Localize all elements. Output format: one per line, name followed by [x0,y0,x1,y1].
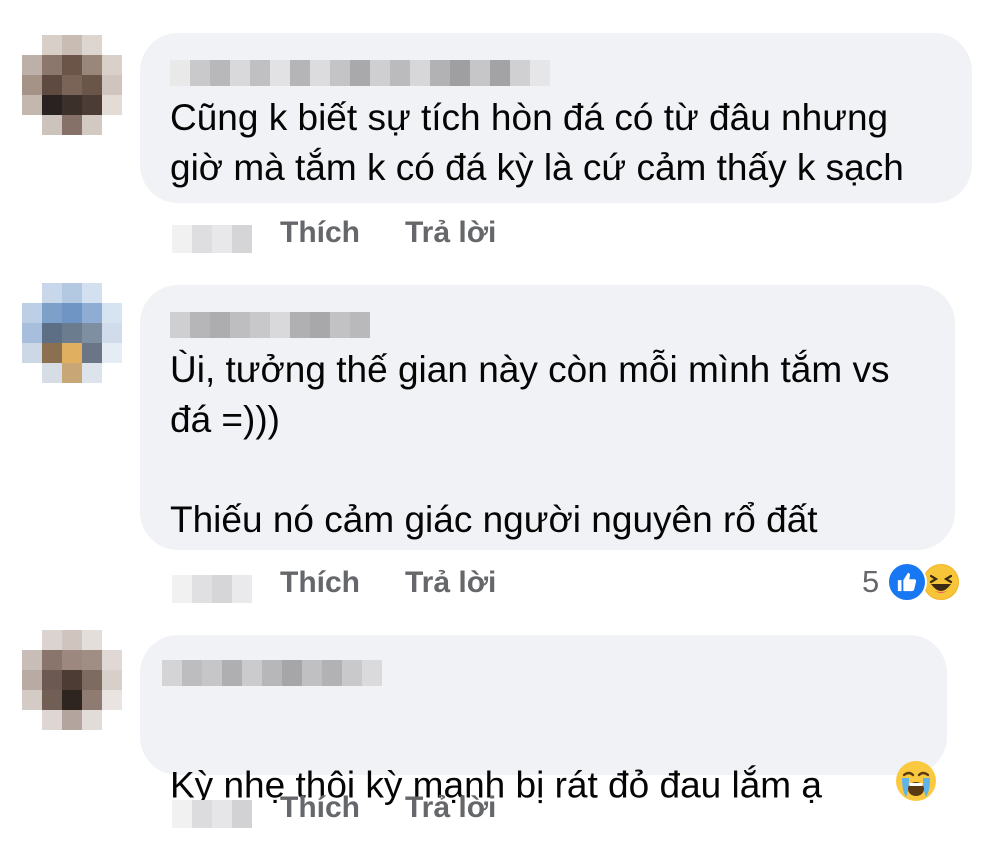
avatar[interactable] [22,35,122,135]
comment-text: Cũng k biết sự tích hòn đá có từ đâu như… [170,97,904,188]
comment-actions: Thích Trả lời [0,215,1000,255]
timestamp-blurred[interactable] [172,575,252,603]
reply-action[interactable]: Trả lời [405,565,496,601]
reply-action[interactable]: Trả lời [405,790,496,826]
timestamp-blurred[interactable] [172,225,252,253]
avatar[interactable] [22,283,122,383]
reaction-summary[interactable]: 5 [862,562,962,602]
comment-text: Ùi, tưởng thế gian này còn mỗi mình tắm … [170,349,890,540]
author-name-blurred[interactable] [170,312,370,338]
like-action[interactable]: Thích [280,790,360,826]
like-action[interactable]: Thích [280,215,360,251]
crying-face-emoji [832,709,938,866]
author-name-blurred[interactable] [170,60,550,86]
author-name-blurred[interactable] [162,660,382,686]
comment-actions: Thích Trả lời [0,790,1000,830]
reaction-count: 5 [862,564,880,599]
comment-actions: Thích Trả lời 5 [0,562,1000,605]
timestamp-blurred[interactable] [172,800,252,828]
avatar[interactable] [22,630,122,730]
like-icon [887,562,928,602]
haha-icon [921,562,962,602]
like-action[interactable]: Thích [280,565,360,601]
comment-text: Kỳ nhẹ thôi kỳ mạnh bị rát đỏ đau lắm ạ [170,709,938,866]
reply-action[interactable]: Trả lời [405,215,496,251]
